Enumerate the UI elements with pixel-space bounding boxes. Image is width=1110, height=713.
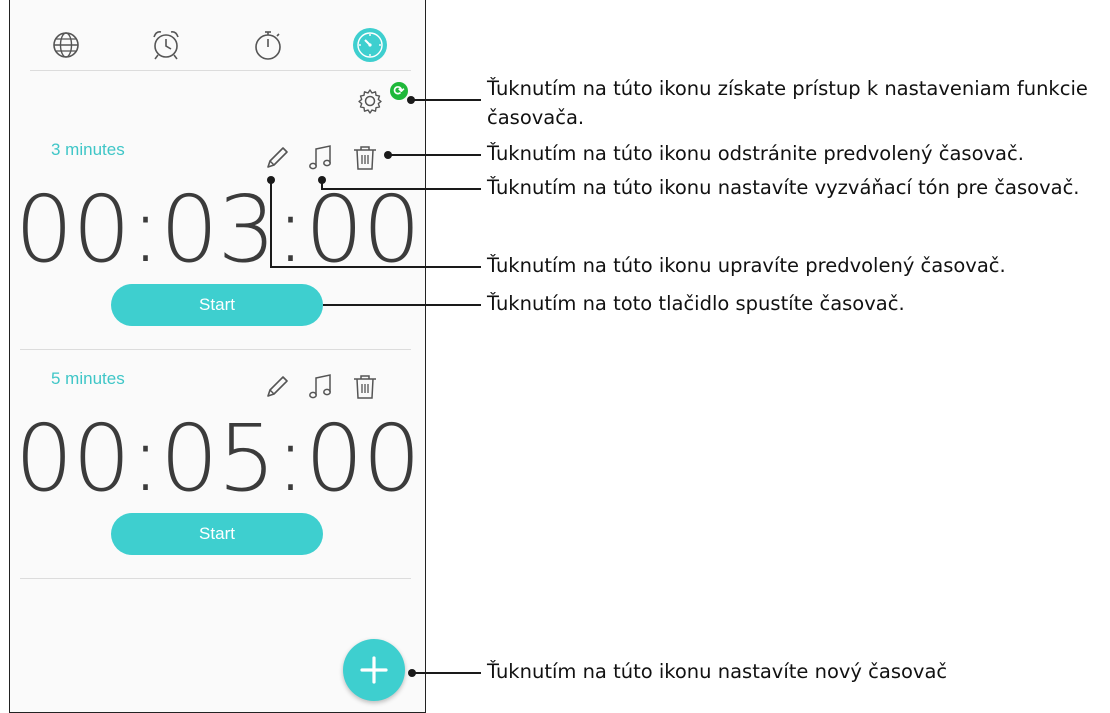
pencil-icon (267, 376, 288, 397)
callout-edit-text: Ťuknutím na túto ikonu upravíte predvole… (487, 254, 1006, 277)
stopwatch-icon (255, 31, 281, 60)
preset-name: 5 minutes (51, 369, 125, 388)
ringtone-button[interactable] (306, 372, 336, 402)
ringtone-button[interactable] (306, 143, 336, 173)
callout-line (323, 304, 481, 306)
tab-alarm[interactable] (146, 25, 186, 65)
tab-world-clock[interactable] (46, 25, 86, 65)
callout-ringtone-text: Ťuknutím na túto ikonu nastavíte vyzváňa… (487, 176, 1080, 199)
callout-line (412, 672, 481, 674)
edit-preset-button[interactable] (262, 372, 292, 402)
callout-new-timer-text: Ťuknutím na túto ikonu nastavíte nový ča… (487, 660, 948, 683)
trash-icon (354, 146, 376, 170)
callout-settings-text-continued: časovača. (487, 106, 585, 129)
alarm-clock-icon (153, 31, 179, 60)
start-button[interactable]: Start (111, 284, 323, 326)
callout-line (411, 99, 481, 101)
add-timer-button[interactable] (343, 639, 405, 701)
preset-name: 3 minutes (51, 140, 125, 159)
plus-icon (360, 656, 388, 684)
tab-stopwatch[interactable] (248, 25, 288, 65)
music-note-icon (309, 145, 331, 170)
tab-timer[interactable] (350, 25, 390, 65)
delete-preset-button[interactable] (350, 372, 380, 402)
sync-badge-icon: ⟳ (390, 82, 408, 100)
callout-settings-text: Ťuknutím na túto ikonu získate prístup k… (487, 77, 1088, 100)
music-note-icon (309, 374, 331, 399)
card-divider (20, 578, 411, 579)
timer-time-display: 00:05:00 (14, 405, 421, 512)
callout-start-text: Ťuknutím na toto tlačidlo spustíte časov… (487, 292, 905, 315)
delete-preset-button[interactable] (350, 143, 380, 173)
globe-icon (53, 32, 79, 58)
clock-tab-bar (10, 0, 425, 71)
callout-delete-text: Ťuknutím na túto ikonu odstránite predvo… (487, 142, 1024, 165)
trash-icon (354, 375, 376, 399)
start-button[interactable]: Start (111, 513, 323, 555)
timer-settings-button[interactable] (354, 85, 386, 117)
card-divider (20, 349, 411, 350)
edit-preset-button[interactable] (262, 143, 292, 173)
pencil-icon (267, 147, 288, 168)
timer-app-screen: ⟳ 3 minutes 00:03:00 Start 5 minutes 00:… (9, 0, 426, 713)
gear-icon (358, 89, 382, 114)
callout-line (388, 154, 481, 156)
callout-line (270, 266, 481, 268)
callout-line (321, 188, 481, 190)
timer-icon (353, 28, 387, 62)
tab-divider (30, 70, 411, 71)
callout-line (270, 180, 272, 267)
